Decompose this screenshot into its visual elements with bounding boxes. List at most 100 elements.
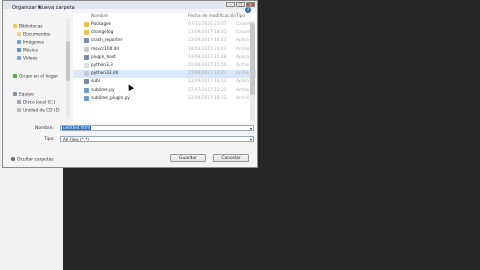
nav-item-label: Equipo (19, 92, 34, 98)
nav-scrollbar[interactable] (66, 19, 70, 119)
dll-icon (84, 46, 89, 52)
column-header-type[interactable]: Tipo (236, 14, 245, 19)
nav-item-videos[interactable]: Vídeos (17, 56, 37, 62)
images-icon (17, 40, 21, 44)
filetype-select[interactable]: All Files (*.*) ▾ (60, 136, 254, 142)
filename-label: Nombre: (35, 126, 54, 131)
organize-button[interactable]: Organizar ▾ (12, 5, 41, 11)
nav-item-label: Documentos (23, 32, 51, 38)
dll-icon (84, 71, 89, 77)
file-name: subl (91, 79, 100, 85)
file-icon (84, 63, 89, 68)
chevron-down-icon[interactable]: ▾ (250, 137, 252, 142)
nav-item-label: Música (23, 48, 38, 54)
filetype-label: Tipo: (44, 137, 55, 142)
file-list: Nombre Fecha de modificación Tipo Packag… (73, 13, 256, 123)
column-header-name[interactable]: Nombre (91, 14, 108, 19)
file-list-scrollbar[interactable] (250, 21, 255, 121)
file-list-scrollbar-thumb[interactable] (250, 23, 255, 95)
filetype-value: All Files (*.*) (63, 137, 89, 142)
file-row[interactable]: Packages 07/11/2020 23:07 Carpet (73, 21, 256, 29)
file-type: Archiv (236, 46, 250, 52)
nav-item-music[interactable]: Música (17, 48, 38, 54)
file-row[interactable]: python3.3 02/06/2017 15:52 Archiv (73, 62, 256, 70)
file-row[interactable]: sublime.py 27/07/2017 12:23 Archiv (73, 87, 256, 95)
chevron-down-icon[interactable]: ▾ (250, 126, 252, 131)
file-type: Carpet (236, 22, 251, 27)
file-name: changelog (91, 30, 114, 36)
nav-item-computer[interactable]: Equipo (13, 92, 34, 98)
file-name: sublime.py (91, 87, 115, 93)
hide-folders-toggle[interactable]: Ocultar carpetas (11, 157, 54, 163)
file-date: 07/11/2020 23:07 (188, 22, 227, 27)
new-folder-button[interactable]: Nueva carpeta (38, 5, 75, 11)
file-name: plugin_host (91, 54, 116, 60)
file-row[interactable]: msvcr100.dll 18/03/2010 23:43 Archiv (73, 46, 256, 54)
nav-scrollbar-thumb[interactable] (66, 41, 70, 81)
file-type: Aplica (236, 79, 250, 85)
file-type: Archiv (236, 87, 250, 93)
file-date: 18/03/2010 23:43 (188, 46, 227, 52)
nav-item-label: Imágenes (23, 40, 45, 46)
navigation-pane: Bibliotecas Documentos Imágenes Música V… (9, 19, 66, 119)
hide-folders-label: Ocultar carpetas (17, 157, 54, 163)
dialog-bottom-panel: Nombre: untitled.html ▾ Tipo: All Files … (3, 119, 257, 169)
file-type: Archiv (236, 71, 250, 77)
computer-icon (13, 92, 17, 96)
nav-item-cd-drive[interactable]: Unidad de CD (D: (17, 108, 60, 114)
file-type: Aplica (236, 38, 250, 44)
filename-value: untitled.html (62, 125, 92, 130)
nav-item-documents[interactable]: Documentos (17, 32, 50, 38)
nav-item-libraries[interactable]: Bibliotecas (13, 24, 42, 30)
file-date: 13/09/2017 18:13 (188, 95, 227, 101)
file-name: crash_reporter (91, 38, 123, 44)
file-date: 27/07/2017 12:23 (188, 87, 227, 93)
nav-item-images[interactable]: Imágenes (17, 40, 44, 46)
file-type: Carpet (236, 30, 251, 36)
file-row[interactable]: changelog 13/09/2017 18:51 Carpet (73, 29, 256, 37)
save-button[interactable]: Guardar (170, 154, 206, 162)
file-row[interactable]: plugin_host 13/09/2017 15:48 Aplica (73, 54, 256, 62)
file-name: sublime_plugin.py (91, 95, 130, 101)
collapse-icon (11, 157, 15, 161)
nav-item-label: Disco local (C:) (23, 100, 56, 106)
column-header-date[interactable]: Fecha de modificación (188, 14, 236, 19)
folder-icon (84, 22, 89, 27)
file-row[interactable]: sublime_plugin.py 13/09/2017 18:13 Archiv (73, 95, 256, 103)
cancel-button[interactable]: Cancelar (213, 154, 249, 162)
py-icon (84, 95, 89, 101)
file-date: 02/06/2017 15:52 (188, 63, 227, 68)
nav-item-homegroup[interactable]: Grupo en el hogar (13, 74, 58, 80)
file-row[interactable]: crash_reporter 13/09/2017 16:13 Aplica (73, 37, 256, 45)
homegroup-icon (13, 74, 17, 78)
file-date: 27/08/2017 12:21 (188, 71, 227, 77)
file-type: Aplica (236, 54, 250, 60)
library-icon (13, 24, 17, 28)
file-row[interactable]: python33.dll 27/08/2017 12:21 Archiv (73, 70, 256, 78)
music-icon (17, 48, 21, 52)
file-date: 13/09/2017 18:51 (188, 30, 227, 36)
file-name: msvcr100.dll (91, 46, 119, 52)
app-icon (84, 79, 89, 85)
dialog-toolbar: Organizar ▾ Nueva carpeta ? (3, 3, 257, 13)
app-icon (84, 38, 89, 44)
file-type: Archiv (236, 95, 250, 101)
nav-item-local-disk[interactable]: Disco local (C:) (17, 100, 55, 106)
file-name: python3.3 (91, 63, 113, 68)
drive-icon (17, 100, 21, 104)
folder-icon (84, 30, 89, 36)
file-type: Archiv (236, 63, 250, 68)
nav-item-label: Grupo en el hogar (19, 74, 58, 80)
file-date: 13/09/2017 18:13 (188, 79, 227, 85)
file-row[interactable]: subl 13/09/2017 18:13 Aplica (73, 78, 256, 86)
cd-drive-icon (17, 108, 21, 112)
file-date: 13/09/2017 15:48 (188, 54, 227, 60)
documents-icon (17, 32, 21, 36)
nav-item-label: Bibliotecas (19, 24, 43, 30)
filename-input[interactable]: untitled.html ▾ (60, 125, 254, 131)
file-name: python33.dll (91, 71, 118, 77)
nav-item-label: Vídeos (23, 56, 38, 62)
videos-icon (17, 56, 21, 60)
py-icon (84, 87, 89, 93)
nav-item-label: Unidad de CD (D: (23, 108, 61, 114)
